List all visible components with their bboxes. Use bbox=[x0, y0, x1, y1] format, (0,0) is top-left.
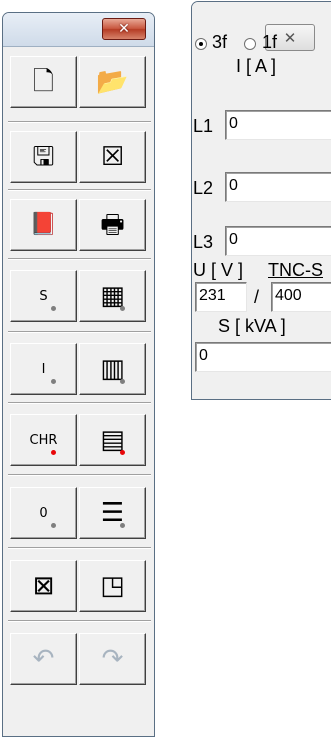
calculator-table-button[interactable]: ▦ bbox=[79, 270, 146, 322]
save-button[interactable]: 🖫 bbox=[10, 131, 77, 183]
save-icon: 🖫 bbox=[32, 142, 55, 172]
network-type-link[interactable]: TNC-S bbox=[268, 260, 323, 281]
phase-1f-radio[interactable] bbox=[244, 38, 256, 50]
indicator-dot bbox=[120, 306, 125, 311]
toolbar-separator bbox=[8, 474, 151, 476]
corner-page-button[interactable]: ◳ bbox=[79, 560, 146, 612]
frame-cross-icon: ⊠ bbox=[32, 571, 55, 601]
calc-i-button[interactable]: I bbox=[10, 343, 77, 395]
toolbar-row: I ▥ bbox=[10, 343, 149, 395]
close-icon: ✕ bbox=[118, 21, 130, 37]
printer-button[interactable]: 🖶 bbox=[79, 199, 146, 251]
clear-icon: ☒ bbox=[100, 142, 125, 172]
indicator-dot bbox=[51, 379, 56, 384]
toolbar-row: S ▦ bbox=[10, 270, 149, 322]
list-table-button[interactable]: ▤ bbox=[79, 414, 146, 466]
toolbar-row: CHR ▤ bbox=[10, 414, 149, 466]
calc-s-button[interactable]: S bbox=[10, 270, 77, 322]
corner-page-icon: ◳ bbox=[100, 571, 125, 601]
l2-label: L2 bbox=[193, 178, 214, 198]
toolbar-close-button[interactable]: ✕ bbox=[102, 18, 146, 40]
close-icon: ✕ bbox=[283, 28, 297, 47]
indicator-dot bbox=[51, 523, 56, 528]
lines-table-button[interactable]: ☰ bbox=[79, 487, 146, 539]
undo-button: ↶ bbox=[10, 633, 77, 685]
l1-label: L1 bbox=[193, 116, 214, 136]
new-document-button[interactable]: 🗋 bbox=[10, 56, 77, 108]
redo-button: ↷ bbox=[79, 633, 146, 685]
clear-button[interactable]: ☒ bbox=[79, 131, 146, 183]
voltage-label: U [ V ] bbox=[193, 260, 244, 280]
column-table-button[interactable]: ▥ bbox=[79, 343, 146, 395]
calc-0-button[interactable]: 0 bbox=[10, 487, 77, 539]
help-book-icon: 📕 bbox=[29, 212, 58, 237]
toolbar-row: 🗋 📂 bbox=[10, 56, 149, 108]
toolbar-title-bar[interactable]: ✕ bbox=[3, 13, 154, 47]
voltage-separator: / bbox=[254, 287, 260, 307]
lines-table-icon: ☰ bbox=[100, 498, 125, 528]
phase-3f-label: 3f bbox=[212, 32, 228, 52]
l1-current-input[interactable]: 0 bbox=[225, 110, 331, 140]
l3-current-input[interactable]: 0 bbox=[225, 226, 331, 256]
redo-icon: ↷ bbox=[101, 644, 124, 674]
open-folder-icon: 📂 bbox=[96, 67, 129, 97]
new-document-icon: 🗋 bbox=[33, 67, 54, 97]
toolbar-window: ✕ 🗋 📂 🖫 ☒ 📕 🖶 S ▦ I ▥ CHR ▤ 0 ☰ ⊠ ◳ ↶ ↷ bbox=[2, 12, 155, 737]
button-label: S bbox=[39, 288, 48, 304]
l2-current-input[interactable]: 0 bbox=[225, 172, 331, 202]
toolbar-row: 0 ☰ bbox=[10, 487, 149, 539]
frame-cross-button[interactable]: ⊠ bbox=[10, 560, 77, 612]
toolbar-separator bbox=[8, 620, 151, 622]
toolbar-separator bbox=[8, 402, 151, 404]
toolbar-separator bbox=[8, 331, 151, 333]
current-header: I [ A ] bbox=[236, 56, 277, 76]
toolbar-row: ↶ ↷ bbox=[10, 633, 149, 685]
button-label: I bbox=[41, 361, 46, 377]
active-indicator-dot bbox=[120, 450, 125, 455]
indicator-dot bbox=[120, 523, 125, 528]
toolbar-row: 🖫 ☒ bbox=[10, 131, 149, 183]
help-book-button[interactable]: 📕 bbox=[10, 199, 77, 251]
printer-icon: 🖶 bbox=[100, 210, 125, 240]
phase-3f-radio[interactable] bbox=[195, 38, 207, 50]
phase-1f-label: 1f bbox=[262, 32, 278, 52]
toolbar-separator bbox=[8, 189, 151, 191]
phase-settings-window: ✕ 3f 1f I [ A ] L1 0 L2 0 L3 0 U [ V ] T… bbox=[191, 1, 331, 400]
power-header: S [ kVA ] bbox=[218, 316, 286, 336]
toolbar-row: 📕 🖶 bbox=[10, 199, 149, 251]
toolbar-separator bbox=[8, 547, 151, 549]
button-label: CHR bbox=[29, 432, 58, 448]
active-indicator-dot bbox=[51, 450, 56, 455]
l3-label: L3 bbox=[193, 232, 214, 252]
indicator-dot bbox=[120, 379, 125, 384]
open-folder-button[interactable]: 📂 bbox=[79, 56, 146, 108]
indicator-dot bbox=[51, 306, 56, 311]
voltage-line-input[interactable]: 400 bbox=[271, 282, 331, 312]
toolbar-row: ⊠ ◳ bbox=[10, 560, 149, 612]
undo-icon: ↶ bbox=[32, 644, 55, 674]
voltage-phase-input[interactable]: 231 bbox=[195, 282, 247, 312]
calc-chr-button[interactable]: CHR bbox=[10, 414, 77, 466]
toolbar-separator bbox=[8, 121, 151, 123]
apparent-power-output: 0 bbox=[195, 342, 331, 372]
toolbar-separator bbox=[8, 258, 151, 260]
button-label: 0 bbox=[39, 505, 48, 521]
